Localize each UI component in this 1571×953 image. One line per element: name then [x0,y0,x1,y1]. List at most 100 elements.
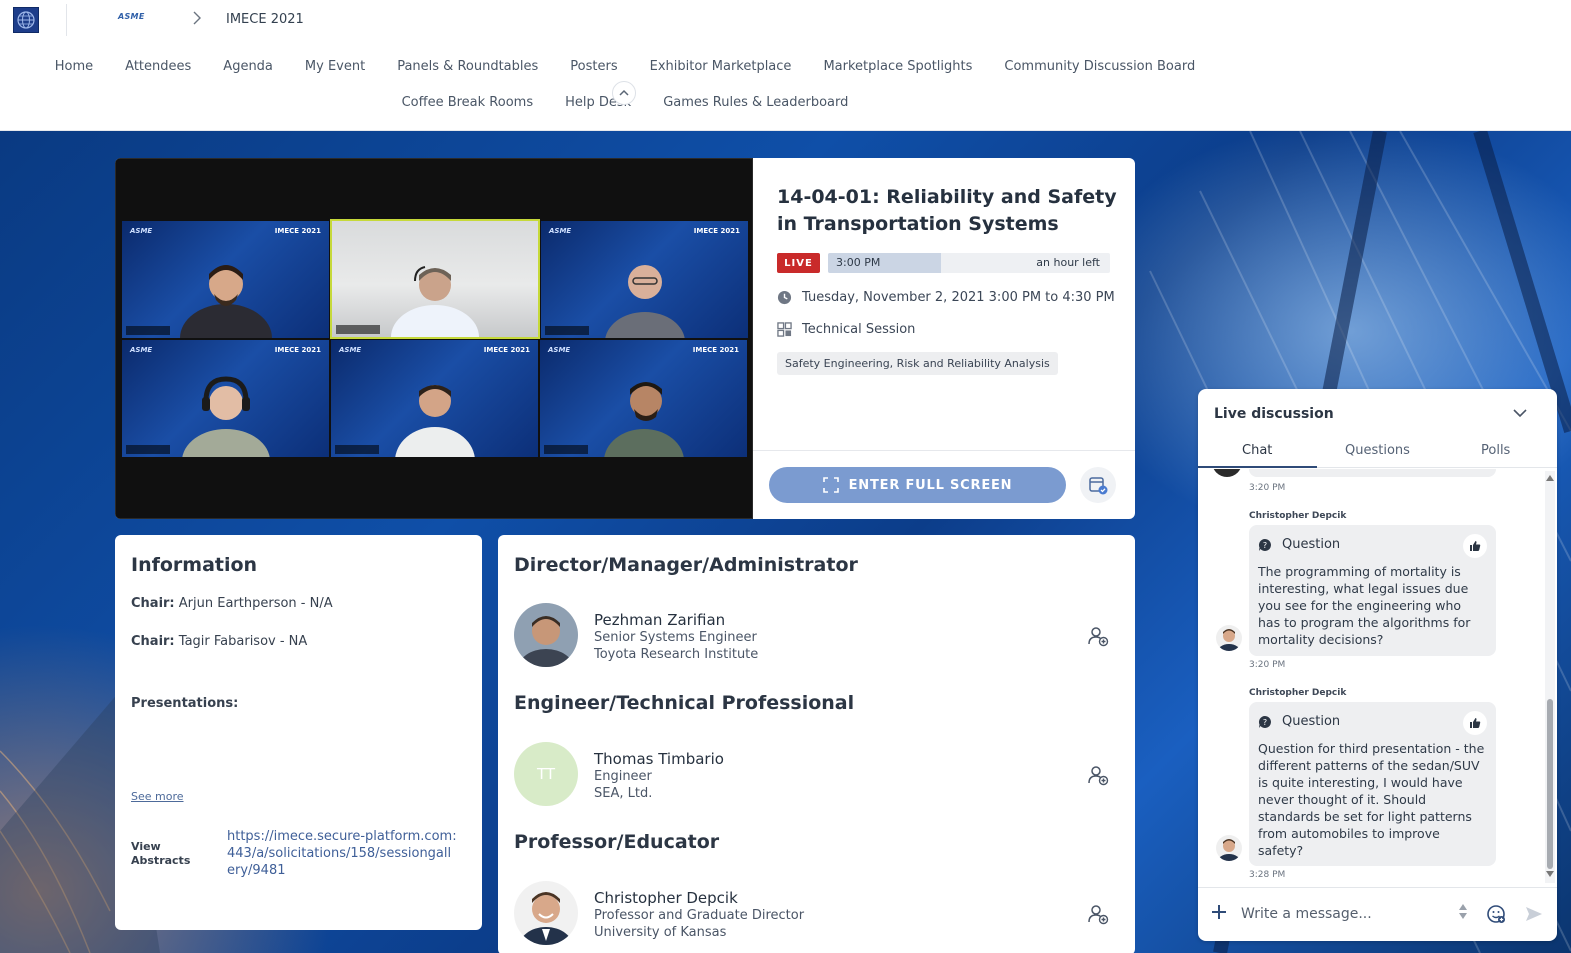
view-abstracts-link[interactable]: https://imece.secure-platform.com:443/a/… [227,828,457,879]
tab-polls[interactable]: Polls [1481,443,1510,458]
calendar-check-icon [1089,477,1108,495]
message-author: Christopher Depcik [1249,511,1347,521]
info-divider [753,450,1135,451]
video-tile-active-speaker [330,219,540,339]
speaker-name[interactable]: Christopher Depcik [594,889,738,907]
speaker-organization: University of Kansas [594,925,727,940]
nav-item-panels-roundtables[interactable]: Panels & Roundtables [397,59,538,74]
chair-line: Chair: Arjun Earthperson - N/A [131,596,333,611]
participant-video [179,265,272,338]
active-tab-indicator [1198,466,1317,468]
speakers-card: Director/Manager/Administrator Pezhman Z… [498,535,1135,953]
tab-questions[interactable]: Questions [1345,443,1410,458]
speaker-name[interactable]: Thomas Timbario [594,750,724,768]
video-tile: ASME IMECE 2021 [122,221,329,338]
question-label: Question [1282,537,1341,552]
chat-scrollbar[interactable] [1545,471,1555,883]
session-player-card: ASME IMECE 2021 ASME IMECE 2021 ASME IME… [115,158,1135,519]
nav-item-marketplace-spotlights[interactable]: Marketplace Spotlights [823,59,972,74]
participant-nameplate [126,445,170,454]
speaker-avatar [514,881,578,945]
speaker-item[interactable]: TT Thomas Timbario Engineer SEA, Ltd. [514,742,1119,808]
speaker-group-title: Professor/Educator [514,831,720,853]
video-tile: ASME IMECE 2021 [331,340,538,457]
top-bar: ASME IMECE 2021 [0,0,1571,40]
add-contact-icon[interactable] [1087,625,1109,647]
input-stepper[interactable] [1457,904,1469,924]
scroll-up-arrow-icon[interactable] [1546,475,1554,481]
nav-item-games-rules-leaderboard[interactable]: Games Rules & Leaderboard [663,95,848,110]
send-icon[interactable] [1524,904,1544,924]
emoji-icon[interactable] [1486,904,1506,924]
chair-name: Tagir Fabarisov - NA [178,634,308,649]
session-title: 14-04-01: Reliability and Safety in Tran… [777,186,1117,235]
svg-text:?: ? [1263,718,1267,727]
chevron-down-icon[interactable] [1513,408,1527,418]
session-type: Technical Session [777,322,915,337]
like-button[interactable] [1463,534,1487,558]
participant-nameplate [545,326,589,335]
see-more-link[interactable]: See more [131,790,184,803]
chair-label: Chair: [131,596,175,611]
information-title: Information [131,554,258,576]
nav-item-my-event[interactable]: My Event [305,59,365,74]
nav-item-attendees[interactable]: Attendees [125,59,191,74]
speaker-group-title: Engineer/Technical Professional [514,692,855,714]
question-bubble: ? Question The programming of mortality … [1249,525,1496,656]
enter-full-screen-button[interactable]: ENTER FULL SCREEN [769,467,1066,503]
tile-imece-logo: IMECE 2021 [693,227,740,235]
message-input[interactable] [1241,901,1441,927]
chevron-right-icon [192,11,202,29]
nav-item-home[interactable]: Home [55,59,93,74]
session-type-text: Technical Session [802,322,916,337]
nav-item-exhibitor-marketplace[interactable]: Exhibitor Marketplace [650,59,792,74]
clock-icon [777,290,792,305]
like-button[interactable] [1463,711,1487,735]
tile-asme-logo: ASME [130,346,153,354]
progress-time-left: an hour left [1036,256,1100,269]
event-title[interactable]: IMECE 2021 [226,12,304,27]
question-icon: ? [1258,538,1271,551]
scrollbar-thumb[interactable] [1547,699,1553,869]
nav-item-agenda[interactable]: Agenda [223,59,273,74]
scroll-down-arrow-icon[interactable] [1546,871,1554,877]
participant-video [391,266,479,337]
speaker-name[interactable]: Pezhman Zarifian [594,611,725,629]
main-nav: Home Attendees Agenda My Event Panels & Roun… [0,40,1571,131]
tile-imece-logo: IMECE 2021 [692,346,739,354]
live-discussion-panel: Live discussion Chat Questions Polls 3:2… [1198,389,1557,941]
speaker-item[interactable]: Christopher Depcik Professor and Graduat… [514,881,1119,947]
speaker-role: Senior Systems Engineer [594,630,757,645]
speaker-item[interactable]: Pezhman Zarifian Senior Systems Engineer… [514,603,1119,669]
message-time: 3:28 PM [1249,870,1286,880]
add-contact-icon[interactable] [1087,903,1109,925]
tile-imece-logo: IMECE 2021 [483,346,530,354]
globe-logo-icon[interactable] [13,7,39,33]
chat-bubble [1249,469,1496,477]
participant-video [181,376,270,457]
question-label: Question [1282,714,1341,729]
stepper-down-icon[interactable] [1459,913,1467,919]
message-time: 3:20 PM [1249,483,1286,493]
session-datetime: Tuesday, November 2, 2021 3:00 PM to 4:3… [777,290,1115,305]
nav-item-posters[interactable]: Posters [570,59,617,74]
tab-chat[interactable]: Chat [1242,443,1272,458]
plus-icon[interactable] [1210,903,1228,921]
video-player[interactable]: ASME IMECE 2021 ASME IMECE 2021 ASME IME… [115,158,753,519]
chair-label: Chair: [131,634,175,649]
chat-feed[interactable]: 3:20 PM Christopher Depcik ? Question Th… [1198,469,1542,885]
fullscreen-icon [822,477,839,493]
add-contact-icon[interactable] [1087,764,1109,786]
question-text: Question for third presentation - the di… [1258,741,1485,858]
nav-item-community-discussion-board[interactable]: Community Discussion Board [1004,59,1195,74]
stepper-up-icon[interactable] [1459,904,1467,910]
header-divider [66,4,67,36]
nav-item-coffee-break-rooms[interactable]: Coffee Break Rooms [402,95,534,110]
session-topic-tag[interactable]: Safety Engineering, Risk and Reliability… [777,352,1058,375]
video-tile: ASME IMECE 2021 [540,340,747,457]
collapse-nav-button[interactable] [612,81,636,105]
asme-logo[interactable]: ASME [118,12,145,21]
tile-asme-logo: ASME [548,346,571,354]
progress-start-time: 3:00 PM [836,256,881,269]
add-to-calendar-button[interactable] [1080,467,1116,503]
